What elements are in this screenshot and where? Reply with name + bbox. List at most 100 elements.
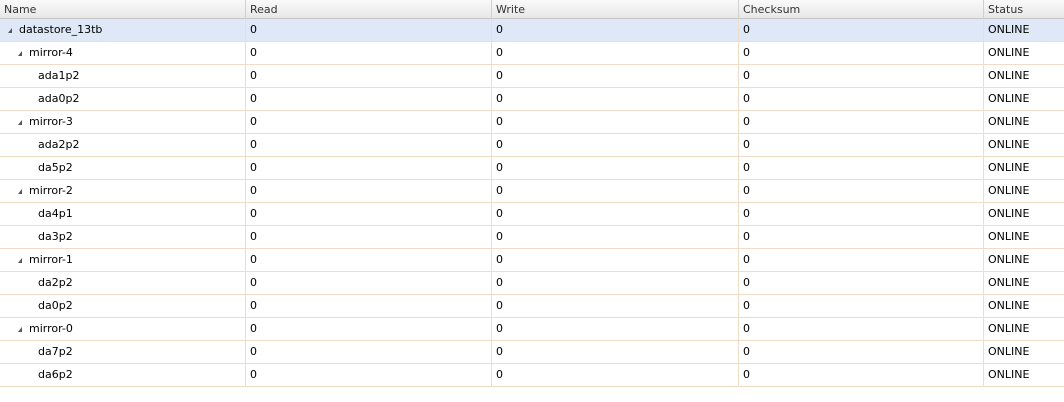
read-cell: 0: [246, 19, 492, 41]
read-cell: 0: [246, 157, 492, 179]
device-name: mirror-0: [29, 322, 73, 335]
name-cell: mirror-3: [0, 111, 246, 133]
read-cell: 0: [246, 88, 492, 110]
expand-triangle-icon[interactable]: [8, 27, 12, 33]
write-cell: 0: [492, 318, 739, 340]
read-cell: 0: [246, 295, 492, 317]
status-cell: ONLINE: [988, 92, 1030, 105]
status-cell: ONLINE: [988, 345, 1030, 358]
expand-triangle-icon[interactable]: [18, 257, 22, 263]
device-name: mirror-4: [29, 46, 73, 59]
checksum-cell: 0: [739, 134, 984, 156]
write-cell: 0: [492, 295, 739, 317]
device-name: ada0p2: [38, 92, 80, 105]
write-cell: 0: [492, 88, 739, 110]
write-cell: 0: [492, 203, 739, 225]
name-cell: da3p2: [0, 226, 246, 248]
expand-triangle-icon[interactable]: [18, 119, 22, 125]
name-cell: da2p2: [0, 272, 246, 294]
column-header-write[interactable]: Write: [492, 0, 739, 19]
tree-row[interactable]: da3p2 0 0 0 ONLINE: [0, 226, 1064, 249]
name-cell: da7p2: [0, 341, 246, 363]
status-cell: ONLINE: [988, 276, 1030, 289]
write-cell: 0: [492, 364, 739, 386]
write-cell: 0: [492, 19, 739, 41]
write-cell: 0: [492, 226, 739, 248]
tree-row[interactable]: ada1p2 0 0 0 ONLINE: [0, 65, 1064, 88]
write-cell: 0: [492, 65, 739, 87]
device-name: mirror-2: [29, 184, 73, 197]
tree-row[interactable]: datastore_13tb 0 0 0 ONLINE: [0, 19, 1064, 42]
read-cell: 0: [246, 226, 492, 248]
device-name: ada2p2: [38, 138, 80, 151]
tree-row[interactable]: mirror-1 0 0 0 ONLINE: [0, 249, 1064, 272]
expand-triangle-icon[interactable]: [18, 50, 22, 56]
tree-row[interactable]: ada0p2 0 0 0 ONLINE: [0, 88, 1064, 111]
write-cell: 0: [492, 341, 739, 363]
name-cell: mirror-1: [0, 249, 246, 271]
tree-row[interactable]: mirror-3 0 0 0 ONLINE: [0, 111, 1064, 134]
write-cell: 0: [492, 249, 739, 271]
tree-row[interactable]: da4p1 0 0 0 ONLINE: [0, 203, 1064, 226]
status-cell: ONLINE: [988, 69, 1030, 82]
name-cell: mirror-4: [0, 42, 246, 64]
status-cell: ONLINE: [988, 46, 1030, 59]
read-cell: 0: [246, 134, 492, 156]
write-cell: 0: [492, 111, 739, 133]
name-cell: datastore_13tb: [0, 19, 246, 41]
expand-triangle-icon[interactable]: [18, 326, 22, 332]
checksum-cell: 0: [739, 19, 984, 41]
device-name: da4p1: [38, 207, 73, 220]
checksum-cell: 0: [739, 341, 984, 363]
column-header-checksum[interactable]: Checksum: [739, 0, 984, 19]
device-name: da6p2: [38, 368, 73, 381]
tree-row[interactable]: da2p2 0 0 0 ONLINE: [0, 272, 1064, 295]
tree-row[interactable]: ada2p2 0 0 0 ONLINE: [0, 134, 1064, 157]
status-cell: ONLINE: [988, 115, 1030, 128]
tree-row[interactable]: mirror-0 0 0 0 ONLINE: [0, 318, 1064, 341]
write-cell: 0: [492, 42, 739, 64]
status-cell: ONLINE: [988, 253, 1030, 266]
name-cell: mirror-0: [0, 318, 246, 340]
checksum-cell: 0: [739, 203, 984, 225]
device-name: da3p2: [38, 230, 73, 243]
read-cell: 0: [246, 42, 492, 64]
name-cell: da4p1: [0, 203, 246, 225]
write-cell: 0: [492, 272, 739, 294]
read-cell: 0: [246, 180, 492, 202]
checksum-cell: 0: [739, 295, 984, 317]
checksum-cell: 0: [739, 65, 984, 87]
tree-row[interactable]: mirror-4 0 0 0 ONLINE: [0, 42, 1064, 65]
status-cell: ONLINE: [988, 138, 1030, 151]
checksum-cell: 0: [739, 157, 984, 179]
tree-row[interactable]: da5p2 0 0 0 ONLINE: [0, 157, 1064, 180]
column-header-name[interactable]: Name: [0, 0, 246, 19]
checksum-cell: 0: [739, 364, 984, 386]
name-cell: da5p2: [0, 157, 246, 179]
name-cell: da0p2: [0, 295, 246, 317]
read-cell: 0: [246, 341, 492, 363]
expand-triangle-icon[interactable]: [18, 188, 22, 194]
pool-status-tree-grid: Name Read Write Checksum Status datastor…: [0, 0, 1064, 387]
checksum-cell: 0: [739, 88, 984, 110]
device-name: da2p2: [38, 276, 73, 289]
tree-row[interactable]: mirror-2 0 0 0 ONLINE: [0, 180, 1064, 203]
column-header-status[interactable]: Status: [984, 0, 1064, 19]
device-name: mirror-3: [29, 115, 73, 128]
device-name: da0p2: [38, 299, 73, 312]
tree-row[interactable]: da7p2 0 0 0 ONLINE: [0, 341, 1064, 364]
write-cell: 0: [492, 134, 739, 156]
checksum-cell: 0: [739, 249, 984, 271]
tree-row[interactable]: da6p2 0 0 0 ONLINE: [0, 364, 1064, 387]
read-cell: 0: [246, 203, 492, 225]
read-cell: 0: [246, 272, 492, 294]
tree-row[interactable]: da0p2 0 0 0 ONLINE: [0, 295, 1064, 318]
checksum-cell: 0: [739, 272, 984, 294]
name-cell: ada0p2: [0, 88, 246, 110]
read-cell: 0: [246, 249, 492, 271]
device-name: da5p2: [38, 161, 73, 174]
column-header-read[interactable]: Read: [246, 0, 492, 19]
status-cell: ONLINE: [988, 299, 1030, 312]
status-cell: ONLINE: [988, 161, 1030, 174]
device-name: ada1p2: [38, 69, 80, 82]
